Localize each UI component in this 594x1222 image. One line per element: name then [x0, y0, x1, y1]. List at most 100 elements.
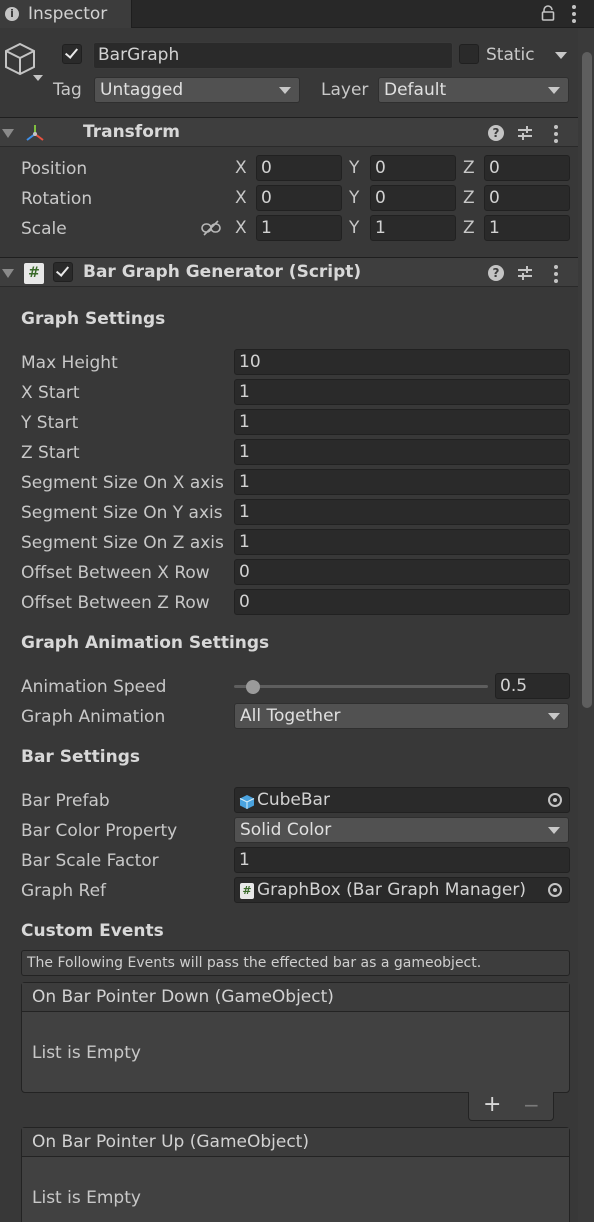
- tag-value: Untagged: [100, 80, 184, 100]
- bar-prefab-label: Bar Prefab: [21, 791, 110, 811]
- slider-track: [234, 685, 488, 688]
- event-header: On Bar Pointer Up (GameObject): [22, 1128, 569, 1157]
- rotation-z-field[interactable]: 0: [484, 185, 570, 211]
- position-label: Position: [21, 159, 88, 179]
- z-start-field[interactable]: 1: [234, 439, 570, 465]
- bar-scale-factor-label: Bar Scale Factor: [21, 851, 159, 871]
- rotation-x-field[interactable]: 0: [256, 185, 342, 211]
- tag-dropdown[interactable]: Untagged: [94, 77, 300, 103]
- lock-icon[interactable]: [541, 5, 555, 21]
- script-header[interactable]: # Bar Graph Generator (Script) ?: [0, 257, 578, 287]
- offset-x-label: Offset Between X Row: [21, 563, 210, 583]
- slider-thumb[interactable]: [246, 680, 260, 694]
- position-x-field[interactable]: 0: [256, 155, 342, 181]
- tab-menu-icon[interactable]: [572, 5, 576, 26]
- transform-header[interactable]: Transform ?: [0, 117, 578, 147]
- preset-icon[interactable]: [516, 264, 534, 282]
- animation-speed-slider[interactable]: [234, 674, 488, 700]
- static-checkbox[interactable]: [459, 44, 479, 64]
- transform-icon: [24, 123, 46, 143]
- scrollbar-thumb[interactable]: [582, 52, 592, 708]
- event-list-footer: + −: [468, 1092, 554, 1121]
- rotation-x-label: X: [235, 188, 247, 208]
- help-icon[interactable]: ?: [488, 125, 504, 141]
- position-x-label: X: [235, 158, 247, 178]
- fold-arrow-icon[interactable]: [2, 269, 14, 278]
- position-y-field[interactable]: 0: [370, 155, 456, 181]
- segment-x-label: Segment Size On X axis: [21, 473, 224, 493]
- chevron-down-icon: [279, 87, 291, 94]
- unlink-icon[interactable]: [200, 219, 222, 237]
- max-height-field[interactable]: 10: [234, 349, 570, 375]
- graph-animation-value: All Together: [240, 706, 341, 726]
- script-enabled-checkbox[interactable]: [53, 262, 73, 282]
- graph-settings-title: Graph Settings: [21, 309, 166, 329]
- graph-ref-label: Graph Ref: [21, 881, 107, 901]
- remove-event-button[interactable]: −: [523, 1093, 540, 1117]
- animation-speed-field[interactable]: 0.5: [495, 673, 570, 699]
- offset-z-field[interactable]: 0: [234, 589, 570, 615]
- position-z-label: Z: [463, 158, 475, 178]
- layer-dropdown[interactable]: Default: [378, 77, 569, 103]
- bar-prefab-field[interactable]: CubeBar: [234, 787, 570, 813]
- chevron-down-icon: [548, 713, 560, 720]
- static-dropdown-arrow-icon[interactable]: [555, 52, 567, 59]
- scale-y-label: Y: [349, 218, 360, 238]
- y-start-field[interactable]: 1: [234, 409, 570, 435]
- check-icon: [64, 45, 79, 59]
- graph-animation-dropdown[interactable]: All Together: [234, 703, 569, 729]
- graph-animation-label: Graph Animation: [21, 707, 166, 727]
- script-title: Bar Graph Generator (Script): [83, 262, 362, 282]
- x-start-label: X Start: [21, 383, 80, 403]
- y-start-label: Y Start: [21, 413, 79, 433]
- script-icon: #: [24, 263, 44, 284]
- preset-icon[interactable]: [516, 124, 534, 142]
- bar-color-property-value: Solid Color: [240, 820, 332, 840]
- rotation-y-field[interactable]: 0: [370, 185, 456, 211]
- object-picker-icon[interactable]: [548, 793, 562, 807]
- animation-speed-label: Animation Speed: [21, 677, 167, 697]
- add-event-button[interactable]: +: [483, 1093, 501, 1117]
- graph-ref-field[interactable]: # GraphBox (Bar Graph Manager): [234, 877, 570, 903]
- active-checkbox[interactable]: [62, 44, 82, 64]
- tag-label: Tag: [53, 80, 82, 100]
- component-menu-icon[interactable]: [554, 265, 558, 286]
- offset-x-field[interactable]: 0: [234, 559, 570, 585]
- layer-value: Default: [384, 80, 447, 100]
- help-icon[interactable]: ?: [488, 265, 504, 281]
- transform-title: Transform: [83, 122, 180, 142]
- x-start-field[interactable]: 1: [234, 379, 570, 405]
- segment-y-label: Segment Size On Y axis: [21, 503, 223, 523]
- rotation-label: Rotation: [21, 189, 93, 209]
- object-name-field[interactable]: BarGraph: [93, 42, 453, 69]
- z-start-label: Z Start: [21, 443, 80, 463]
- scale-x-label: X: [235, 218, 247, 238]
- gameobject-icon[interactable]: [4, 42, 44, 84]
- custom-events-title: Custom Events: [21, 921, 164, 941]
- scale-z-field[interactable]: 1: [484, 215, 570, 241]
- help-text: The Following Events will pass the effec…: [27, 955, 482, 971]
- animation-settings-title: Graph Animation Settings: [21, 633, 270, 653]
- bar-prefab-value: CubeBar: [257, 790, 330, 810]
- event-header: On Bar Pointer Down (GameObject): [22, 983, 569, 1012]
- list-empty-text: List is Empty: [32, 1043, 141, 1063]
- segment-x-field[interactable]: 1: [234, 469, 570, 495]
- event-pointer-down: On Bar Pointer Down (GameObject) List is…: [21, 982, 570, 1093]
- scale-label: Scale: [21, 219, 67, 239]
- position-z-field[interactable]: 0: [484, 155, 570, 181]
- segment-z-field[interactable]: 1: [234, 529, 570, 555]
- position-y-label: Y: [349, 158, 360, 178]
- segment-y-field[interactable]: 1: [234, 499, 570, 525]
- component-menu-icon[interactable]: [554, 125, 558, 146]
- object-picker-icon[interactable]: [548, 883, 562, 897]
- info-icon: i: [5, 7, 19, 21]
- rotation-z-label: Z: [463, 188, 475, 208]
- scale-y-field[interactable]: 1: [370, 215, 456, 241]
- segment-z-label: Segment Size On Z axis: [21, 533, 224, 553]
- help-box: The Following Events will pass the effec…: [21, 950, 570, 976]
- bar-scale-factor-field[interactable]: 1: [234, 847, 570, 873]
- fold-arrow-icon[interactable]: [2, 129, 14, 138]
- scale-x-field[interactable]: 1: [256, 215, 342, 241]
- bar-color-property-dropdown[interactable]: Solid Color: [234, 817, 569, 843]
- tab-inspector[interactable]: i Inspector: [0, 0, 132, 28]
